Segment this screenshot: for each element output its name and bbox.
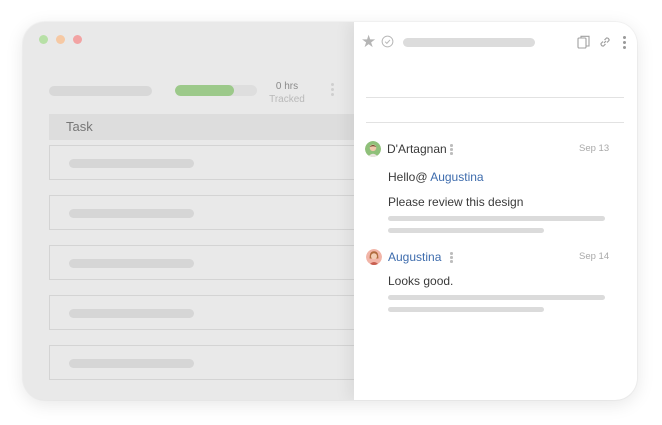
row-placeholder <box>69 209 194 218</box>
check-circle-icon[interactable] <box>381 35 394 48</box>
table-row[interactable] <box>49 245 359 280</box>
table-row[interactable] <box>49 145 359 180</box>
comment-more-icon[interactable] <box>450 144 453 155</box>
time-progress-bar <box>175 85 257 96</box>
copy-icon[interactable] <box>577 35 590 49</box>
comment-date: Sep 13 <box>579 143 610 154</box>
divider <box>366 122 624 123</box>
comment-author[interactable]: D'Artagnan <box>387 142 447 156</box>
comment-more-icon[interactable] <box>450 252 453 263</box>
panel-header: ★ <box>354 22 637 62</box>
row-placeholder <box>69 309 194 318</box>
minimize-dot[interactable] <box>56 35 65 44</box>
row-placeholder <box>69 259 194 268</box>
close-dot[interactable] <box>73 35 82 44</box>
time-progress-fill <box>175 85 235 96</box>
table-row[interactable] <box>49 295 359 330</box>
comment-message: Looks good. <box>388 274 454 288</box>
tracked-time: 0 hrs Tracked <box>259 80 315 106</box>
comment-message: Please review this design <box>388 195 524 209</box>
divider <box>366 97 624 98</box>
comment-line-placeholder <box>388 295 605 300</box>
more-vertical-icon[interactable] <box>622 36 626 49</box>
star-icon[interactable]: ★ <box>361 33 376 50</box>
task-column-header: Task <box>49 114 359 140</box>
tracked-hours: 0 hrs <box>275 81 299 92</box>
link-icon[interactable] <box>598 35 612 49</box>
maximize-dot[interactable] <box>39 35 48 44</box>
greeting-text: Hello@ <box>388 170 428 184</box>
avatar[interactable] <box>366 249 382 265</box>
comment-line-placeholder <box>388 307 544 312</box>
comment-author[interactable]: Augustina <box>388 250 441 264</box>
window-controls <box>39 35 82 44</box>
toolbar-placeholder <box>49 86 152 96</box>
avatar[interactable] <box>365 141 381 157</box>
comment-line-placeholder <box>388 228 544 233</box>
tracked-label: Tracked <box>269 94 305 105</box>
task-header-label: Task <box>66 119 93 134</box>
table-row[interactable] <box>49 345 359 380</box>
user-mention[interactable]: Augustina <box>430 170 483 184</box>
row-placeholder <box>69 159 194 168</box>
row-placeholder <box>69 359 194 368</box>
comment-line-placeholder <box>388 216 605 221</box>
task-detail-panel: ★ D'Artagnan Sep 13 Hello@ Augustina Ple… <box>354 22 637 400</box>
task-title-placeholder <box>403 38 535 47</box>
comment-date: Sep 14 <box>579 251 610 262</box>
more-vertical-icon[interactable] <box>330 83 334 96</box>
comment-greeting: Hello@ Augustina <box>388 170 484 184</box>
app-window: 0 hrs Tracked Task ★ D'Artagnan Sep 13 H… <box>23 22 637 400</box>
table-row[interactable] <box>49 195 359 230</box>
